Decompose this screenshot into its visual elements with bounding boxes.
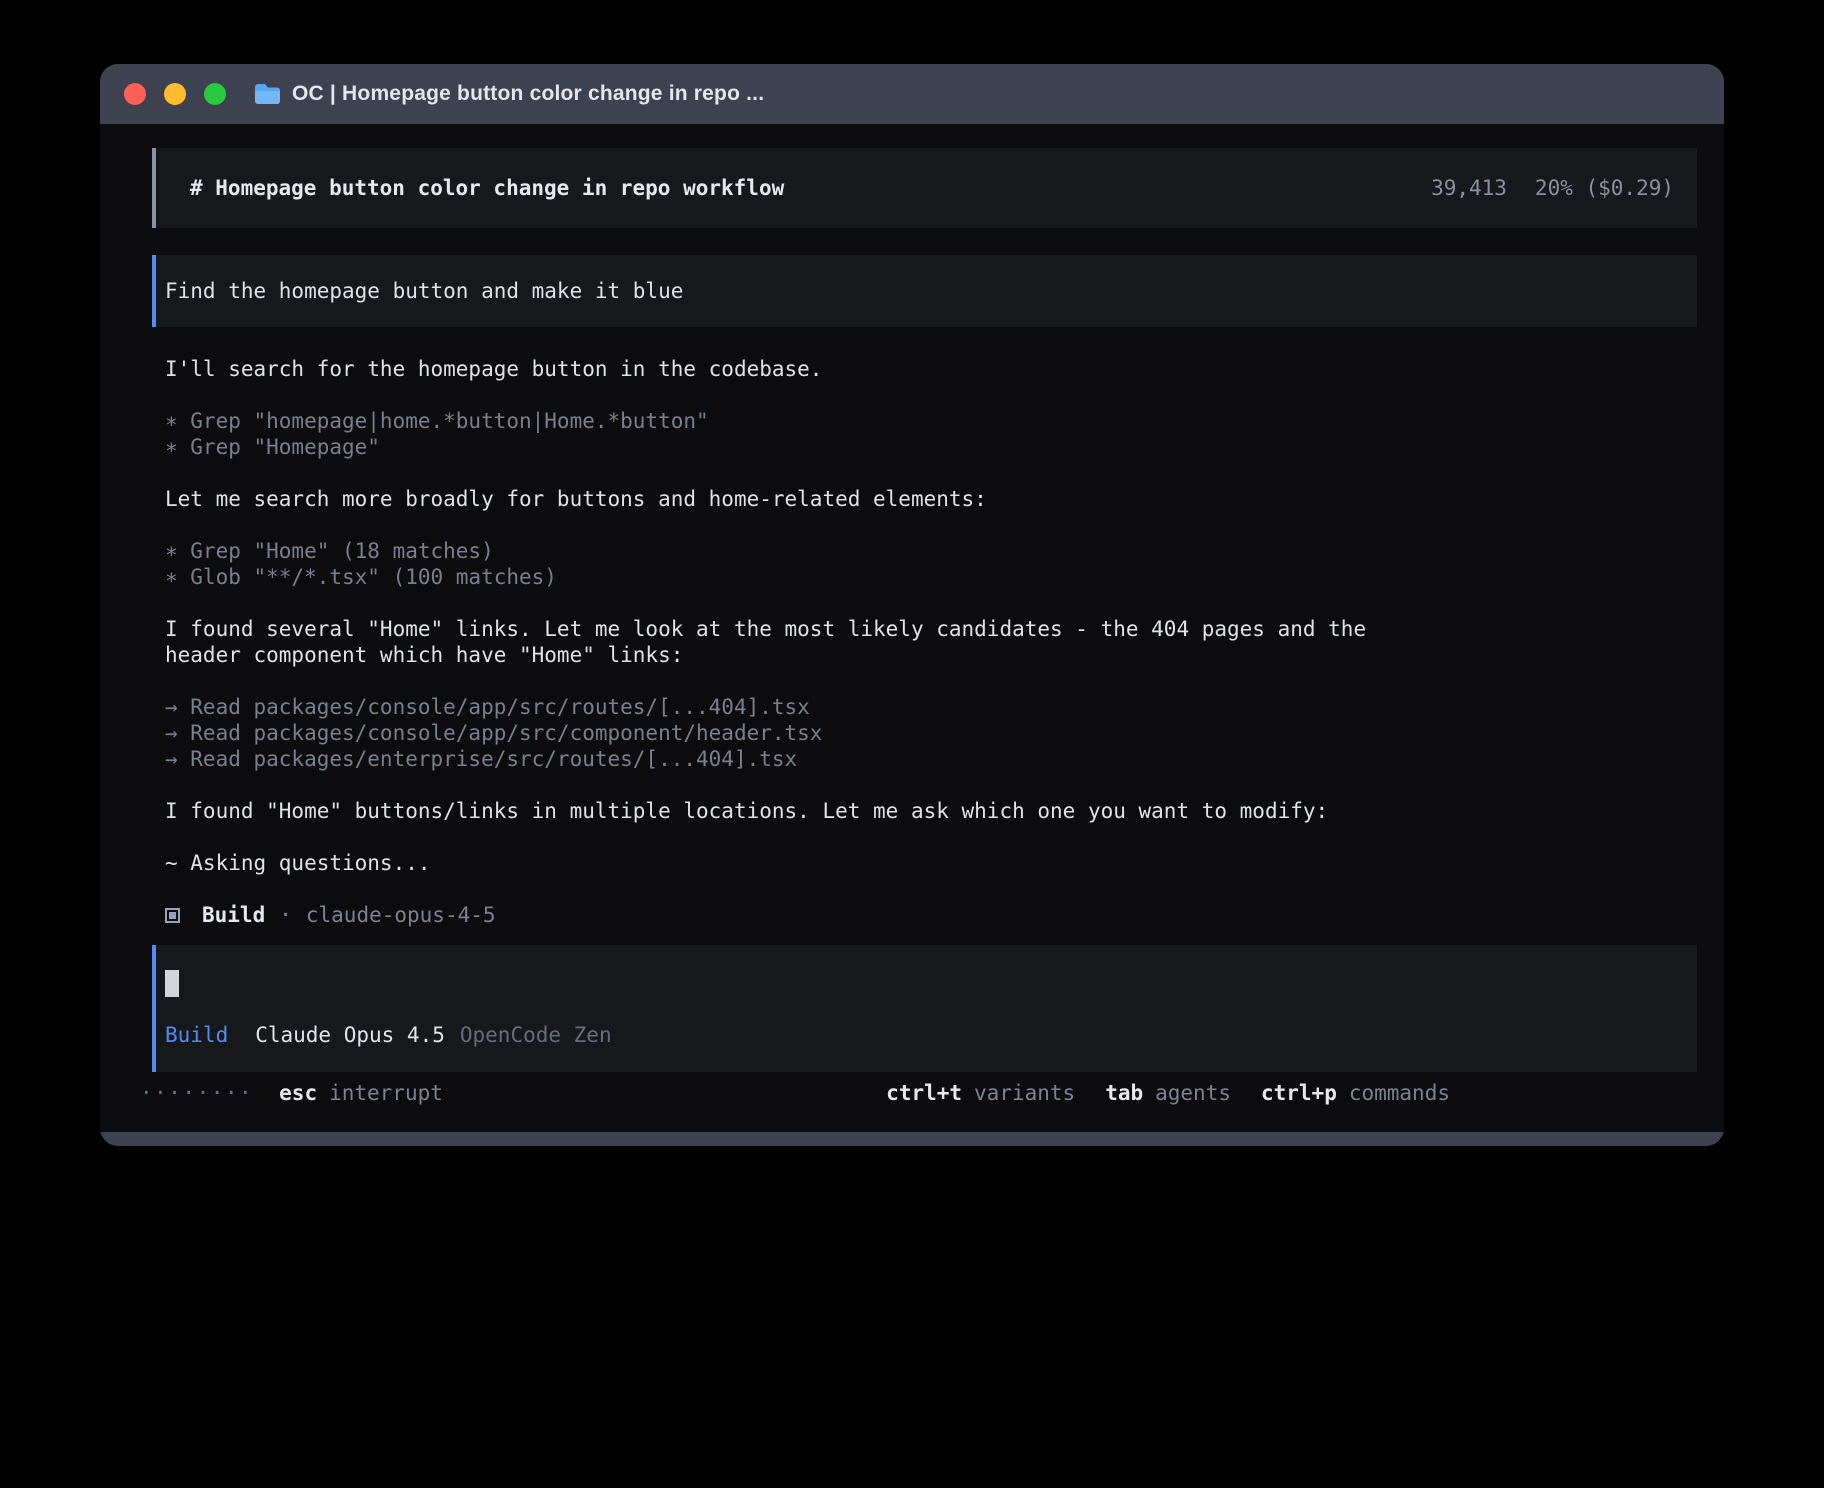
user-message: Find the homepage button and make it blu…: [152, 255, 1697, 327]
session-title: # Homepage button color change in repo w…: [190, 175, 784, 201]
input-provider: OpenCode Zen: [460, 1022, 612, 1048]
spinner-dots: ········: [140, 1080, 253, 1106]
agent-model: claude-opus-4-5: [306, 902, 496, 928]
input-mode[interactable]: Build: [165, 1022, 228, 1048]
read-call-line: → Read packages/enterprise/src/routes/[.…: [165, 746, 1697, 772]
shortcut-label: agents: [1155, 1080, 1231, 1106]
tool-call-line: ∗ Glob "**/*.tsx" (100 matches): [165, 564, 1697, 590]
agent-icon: [165, 908, 180, 923]
session-stats: 39,413 20% ($0.29): [1431, 175, 1674, 201]
interrupt-label: interrupt: [329, 1080, 443, 1106]
read-call-group: → Read packages/console/app/src/routes/[…: [165, 694, 1697, 772]
shortcut-key: ctrl+t: [886, 1080, 962, 1106]
read-call-line: → Read packages/console/app/src/routes/[…: [165, 694, 1697, 720]
status-bar: ········ esc interrupt ctrl+t variants t…: [140, 1080, 1450, 1106]
read-call-line: → Read packages/console/app/src/componen…: [165, 720, 1697, 746]
context-cost: 20% ($0.29): [1535, 175, 1674, 201]
terminal-content: # Homepage button color change in repo w…: [100, 124, 1724, 1132]
status-shortcuts: ctrl+t variants tab agents ctrl+p comman…: [856, 1080, 1450, 1106]
shortcut-commands: ctrl+p commands: [1261, 1080, 1450, 1106]
agent-status: Build · claude-opus-4-5: [165, 902, 1697, 928]
shortcut-agents: tab agents: [1105, 1080, 1231, 1106]
desktop: OC | Homepage button color change in rep…: [0, 0, 1824, 1488]
tool-call-line: ∗ Grep "homepage|home.*button|Home.*butt…: [165, 408, 1697, 434]
assistant-text: I found "Home" buttons/links in multiple…: [165, 798, 1410, 824]
input-meta: Build Claude Opus 4.5 OpenCode Zen: [165, 1022, 1697, 1048]
terminal-window: OC | Homepage button color change in rep…: [100, 64, 1724, 1146]
tool-call-line: ∗ Grep "Home" (18 matches): [165, 538, 1697, 564]
input-model[interactable]: Claude Opus 4.5: [255, 1022, 445, 1048]
minimize-button[interactable]: [164, 83, 186, 105]
user-message-text: Find the homepage button and make it blu…: [165, 278, 683, 304]
window-controls: [124, 83, 226, 105]
shortcut-label: commands: [1349, 1080, 1450, 1106]
agent-separator: ·: [279, 902, 292, 928]
status-left: ········ esc interrupt: [140, 1080, 443, 1106]
assistant-text: I'll search for the homepage button in t…: [165, 356, 1410, 382]
prompt-input[interactable]: Build Claude Opus 4.5 OpenCode Zen: [152, 945, 1697, 1072]
asking-status: ~ Asking questions...: [165, 850, 1410, 876]
token-count: 39,413: [1431, 175, 1507, 201]
window-title: OC | Homepage button color change in rep…: [292, 82, 764, 106]
tool-call-group: ∗ Grep "homepage|home.*button|Home.*butt…: [165, 408, 1697, 460]
session-header: # Homepage button color change in repo w…: [152, 148, 1697, 228]
zoom-button[interactable]: [204, 83, 226, 105]
tool-call-line: ∗ Grep "Homepage": [165, 434, 1697, 460]
shortcut-variants: ctrl+t variants: [886, 1080, 1075, 1106]
shortcut-key: ctrl+p: [1261, 1080, 1337, 1106]
close-button[interactable]: [124, 83, 146, 105]
shortcut-key: tab: [1105, 1080, 1143, 1106]
assistant-text: I found several "Home" links. Let me loo…: [165, 616, 1410, 668]
folder-icon: [254, 83, 281, 105]
interrupt-key: esc: [279, 1080, 317, 1106]
agent-name: Build: [202, 902, 265, 928]
assistant-text: Let me search more broadly for buttons a…: [165, 486, 1410, 512]
titlebar[interactable]: OC | Homepage button color change in rep…: [100, 64, 1724, 124]
tool-call-group: ∗ Grep "Home" (18 matches) ∗ Glob "**/*.…: [165, 538, 1697, 590]
text-cursor: [165, 970, 179, 997]
shortcut-label: variants: [974, 1080, 1075, 1106]
